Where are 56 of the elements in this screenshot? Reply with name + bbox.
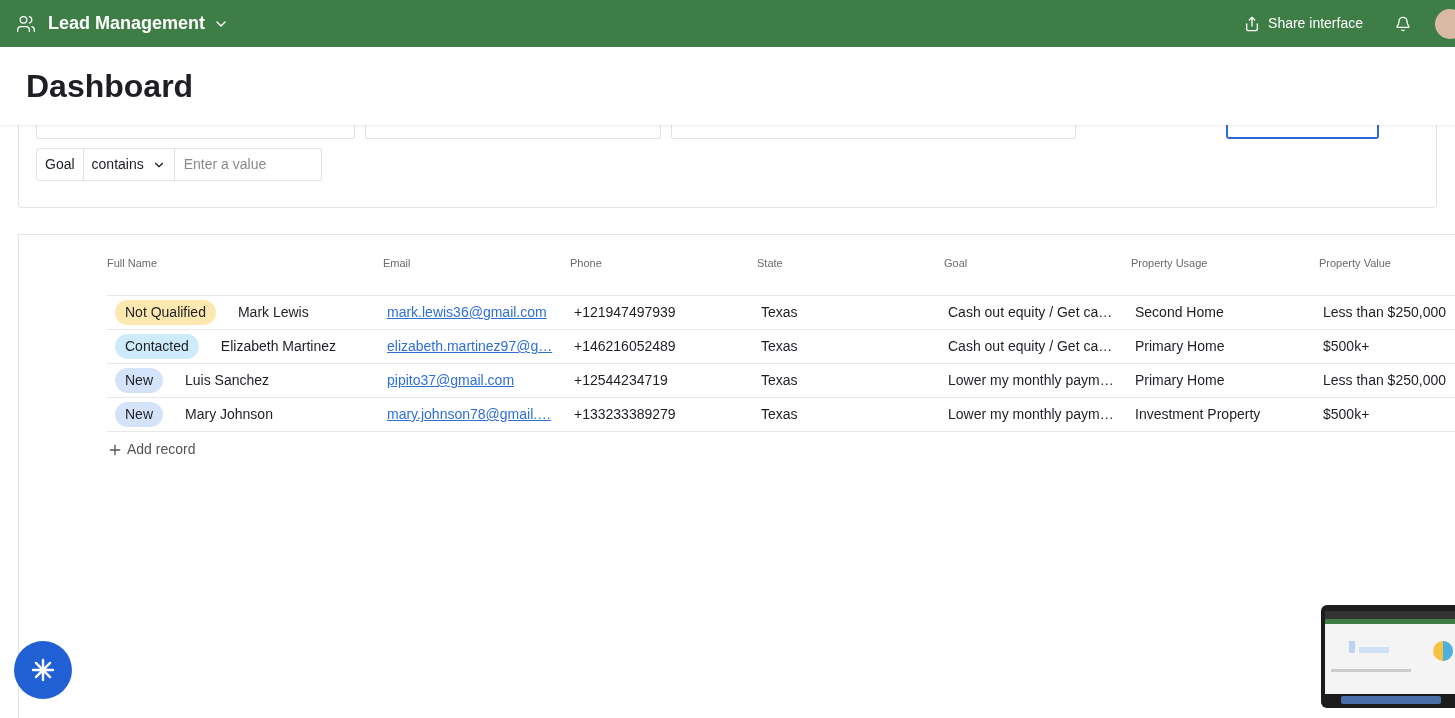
add-record-button[interactable]: Add record (107, 431, 1455, 467)
status-tag: New (115, 368, 163, 393)
table-cell: Cash out equity / Get ca… (948, 304, 1113, 320)
people-icon (16, 13, 36, 34)
status-tag: Not Qualified (115, 300, 216, 325)
table-cell-text: Elizabeth Martinez (220, 337, 336, 356)
table-cell: Less than $250,000 (1323, 372, 1446, 388)
table-cell: Less than $250,000 (1323, 304, 1446, 320)
table-cell: Lower my monthly paym… (948, 372, 1114, 388)
table-cell: $500k+ (1323, 406, 1370, 422)
table-cell-text: Luis Sanchez (185, 371, 270, 390)
column-header[interactable]: Email (383, 255, 570, 272)
email-link[interactable]: pipito37@gmail.com (387, 372, 515, 388)
table-cell: $500k+ (1323, 338, 1370, 354)
filter-field-label: Goal (36, 148, 84, 181)
table-cell: Second Home (1135, 304, 1224, 320)
table-row[interactable]: Contacted Elizabeth Martinez elizabeth.martinez97@g… +146216052489 Texas Cash out equity / Get ca… Primary Home $500k+ (107, 329, 1455, 363)
share-interface-button[interactable]: Share interface (1244, 13, 1363, 34)
table-cell: +146216052489 (574, 338, 676, 354)
filter-field[interactable] (1226, 125, 1379, 139)
table-cell-text: Mary Johnson (185, 405, 273, 424)
table-cell: Texas (761, 338, 798, 354)
table-cell: +121947497939 (574, 304, 676, 320)
table-cell-text: Mark Lewis (237, 303, 309, 322)
column-header[interactable]: Goal (944, 255, 1131, 272)
table-cell: +12544234719 (574, 372, 668, 388)
table-row[interactable]: New Luis Sanchez pipito37@gmail.com +12544234719 Texas Lower my monthly paym… Primary Home Less than $250,000 (107, 363, 1455, 397)
status-tag: New (115, 402, 163, 427)
table-cell: Cash out equity / Get ca… (948, 338, 1113, 354)
app-title-menu[interactable]: Lead Management (48, 10, 230, 37)
email-link[interactable]: mary.johnson78@gmail.… (387, 406, 552, 422)
value-input[interactable]: Enter a value (174, 148, 322, 181)
column-header[interactable]: Property Value (1319, 255, 1455, 272)
status-tag: Contacted (115, 334, 199, 359)
table-cell: Primary Home (1135, 372, 1225, 388)
email-link[interactable]: elizabeth.martinez97@g… (387, 338, 553, 354)
column-header[interactable]: Property Usage (1131, 255, 1319, 272)
column-header[interactable]: Full Name (107, 255, 383, 272)
email-link[interactable]: mark.lewis36@gmail.com (387, 304, 547, 320)
notification-icon[interactable] (1395, 15, 1411, 32)
table-cell: Investment Property (1135, 406, 1261, 422)
operator-dropdown[interactable]: contains (83, 148, 175, 181)
table-cell: Primary Home (1135, 338, 1225, 354)
table-row[interactable]: New Mary Johnson mary.johnson78@gmail.… +133233389279 Texas Lower my monthly paym… Investment Property $500k+ (107, 397, 1455, 431)
table-cell: Texas (761, 406, 798, 422)
table-cell: Texas (761, 304, 798, 320)
floating-action-button[interactable] (14, 641, 72, 699)
page-title: Dashboard (26, 67, 194, 106)
table-cell: Lower my monthly paym… (948, 406, 1114, 422)
table-row[interactable]: Not Qualified Mark Lewis mark.lewis36@gmail.com +121947497939 Texas Cash out equity / Get ca… Second Home Less than $250,000 (107, 295, 1455, 329)
table-cell: Texas (761, 372, 798, 388)
column-header[interactable]: State (757, 255, 944, 272)
snowflake-icon (31, 658, 55, 682)
share-icon (1244, 15, 1261, 32)
table-cell: +133233389279 (574, 406, 676, 422)
column-header[interactable]: Phone (570, 255, 757, 272)
